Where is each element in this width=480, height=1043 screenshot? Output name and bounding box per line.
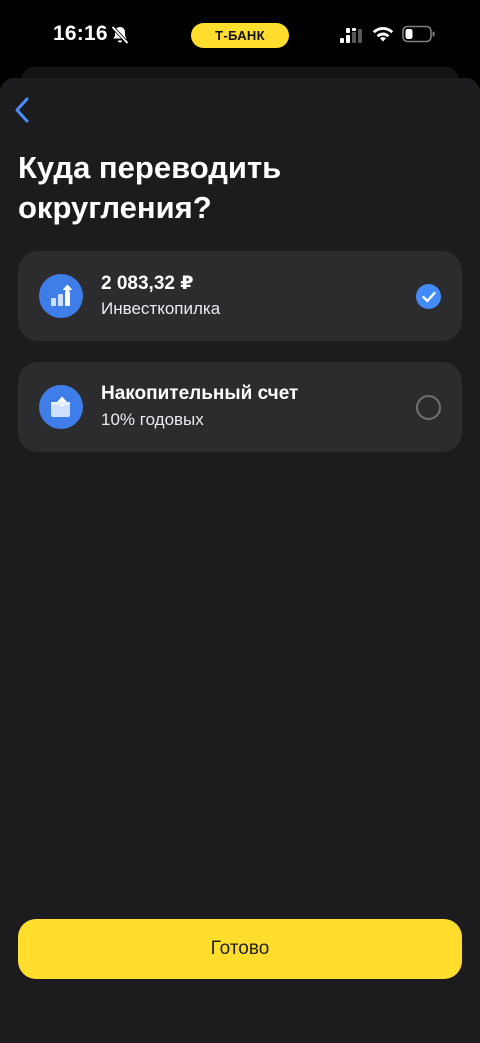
option-invest-piggy[interactable]: 2 083,32 ₽ Инвесткопилка [18, 251, 462, 341]
bell-off-icon [110, 25, 130, 45]
radio-unselected[interactable] [416, 395, 441, 420]
done-button[interactable]: Готово [18, 919, 462, 979]
wifi-icon [371, 24, 395, 44]
cellular-signal-icon [340, 27, 364, 45]
chevron-left-icon [15, 97, 29, 123]
option-subtitle: Инвесткопилка [101, 299, 221, 318]
battery-icon [402, 25, 436, 43]
page-title: Куда переводить округления? [18, 150, 282, 225]
back-button[interactable] [8, 92, 36, 128]
radio-selected[interactable] [416, 284, 441, 309]
option-savings-account[interactable]: Накопительный счет 10% годовых [18, 362, 462, 452]
option-subtitle: 10% годовых [101, 410, 204, 429]
bank-badge: Т-БАНК [191, 23, 289, 48]
option-title: 2 083,32 ₽ [101, 273, 194, 294]
invest-chart-icon [39, 274, 83, 318]
status-bar: 16:16 Т-БАНК [0, 0, 480, 70]
savings-wallet-icon [39, 385, 83, 429]
status-time: 16:16 [53, 22, 108, 45]
checkmark-icon [421, 291, 436, 302]
option-title: Накопительный счет [101, 383, 299, 404]
